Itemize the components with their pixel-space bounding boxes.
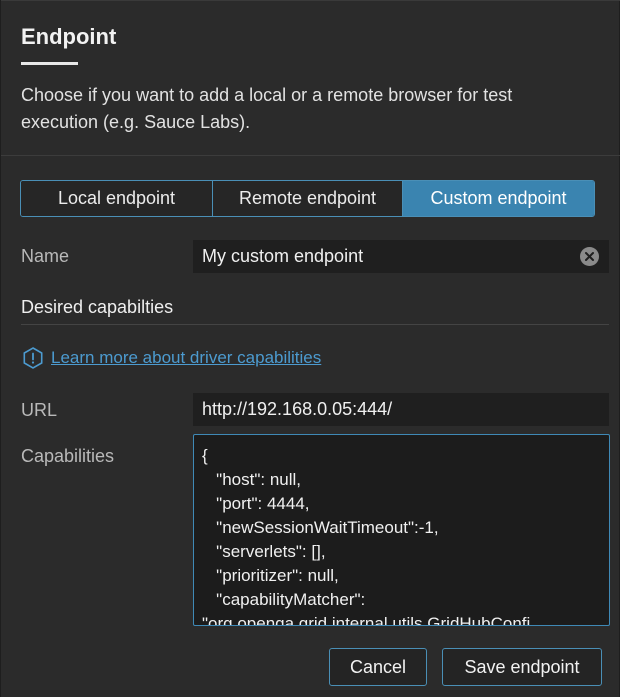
endpoint-dialog: Endpoint Choose if you want to add a loc… — [0, 0, 620, 697]
name-field-value[interactable]: My custom endpoint — [202, 246, 363, 267]
capabilities-editor[interactable]: { "host": null, "port": 4444, "newSessio… — [193, 434, 610, 626]
endpoint-type-tabs: Local endpoint Remote endpoint Custom en… — [20, 180, 595, 217]
section-divider — [21, 324, 609, 325]
name-field[interactable]: My custom endpoint — [193, 240, 609, 273]
info-icon — [23, 347, 43, 369]
dialog-header: Endpoint Choose if you want to add a loc… — [1, 0, 620, 156]
tab-local-endpoint[interactable]: Local endpoint — [21, 181, 212, 216]
tab-remote-endpoint[interactable]: Remote endpoint — [212, 181, 402, 216]
learn-more-capabilities-link[interactable]: Learn more about driver capabilities — [51, 348, 321, 368]
capabilities-editor-text[interactable]: { "host": null, "port": 4444, "newSessio… — [202, 444, 530, 625]
name-label: Name — [21, 246, 70, 266]
url-field-value[interactable]: http://192.168.0.05:444/ — [202, 399, 392, 420]
url-field[interactable]: http://192.168.0.05:444/ — [193, 393, 609, 426]
tab-custom-endpoint[interactable]: Custom endpoint — [402, 181, 594, 216]
save-endpoint-button[interactable]: Save endpoint — [442, 648, 602, 686]
capabilities-section-title: Desired capabilties — [21, 297, 174, 317]
dialog-description: Choose if you want to add a local or a r… — [21, 85, 513, 132]
cancel-button[interactable]: Cancel — [329, 648, 427, 686]
dialog-title: Endpoint — [21, 24, 117, 49]
capabilities-label: Capabilities — [21, 446, 115, 466]
url-label: URL — [21, 400, 58, 420]
clear-icon[interactable] — [580, 247, 599, 266]
capabilities-info-row: Learn more about driver capabilities — [21, 346, 321, 370]
title-underline — [21, 62, 78, 65]
